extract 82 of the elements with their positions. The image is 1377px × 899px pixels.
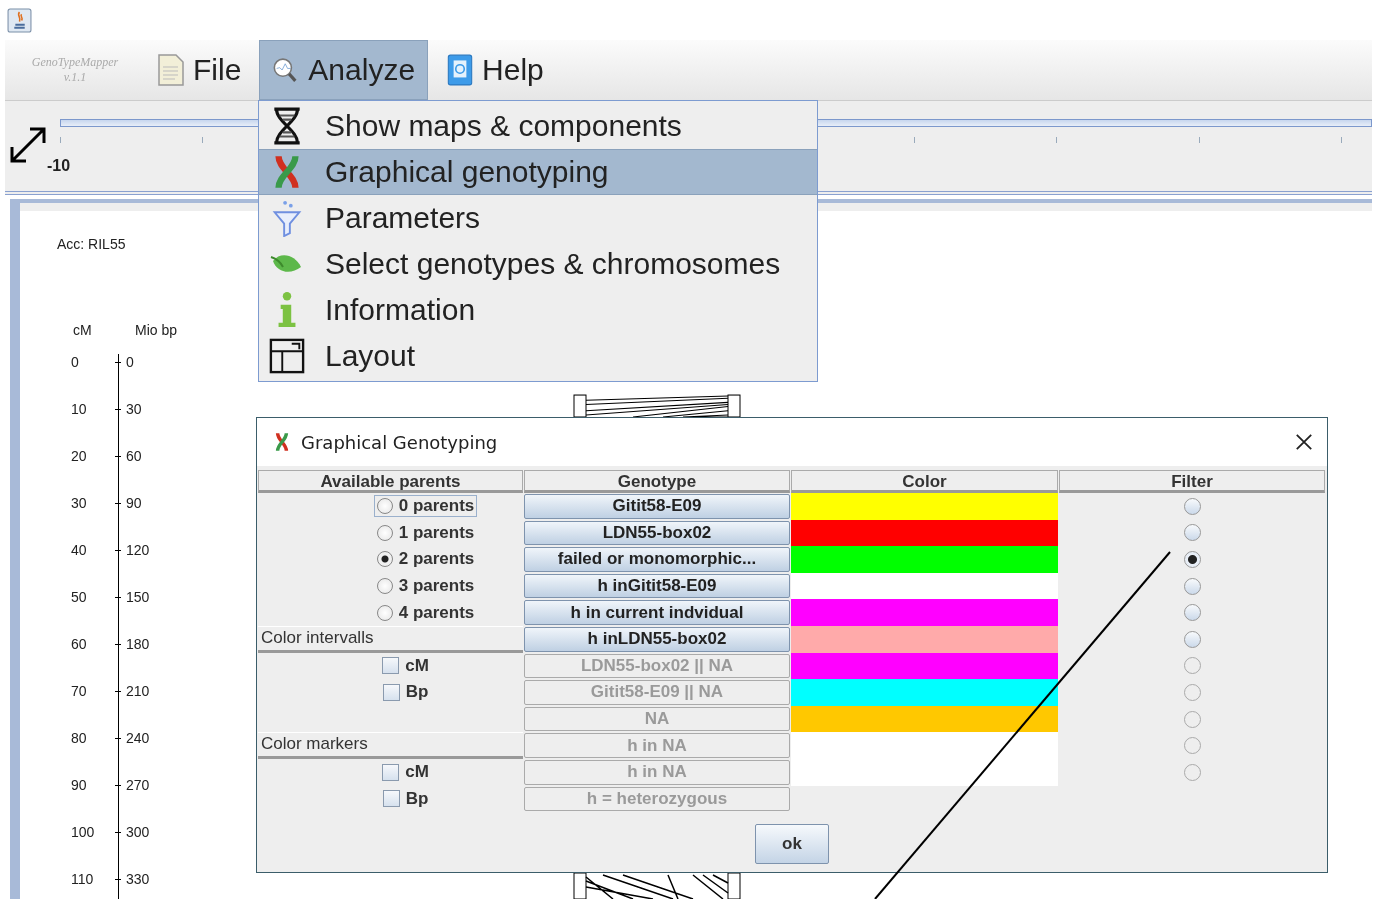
filter-radio[interactable] [1183, 604, 1201, 622]
scale-label: 110 [71, 871, 95, 889]
scale-header: cM [73, 322, 93, 338]
color-swatch[interactable] [791, 546, 1058, 573]
filter-radio[interactable] [1183, 497, 1201, 515]
scale-label: 40 [71, 542, 88, 560]
section-header: Color intervalls [258, 625, 523, 653]
column-header: Available parents [258, 470, 523, 493]
scale-label: 30 [118, 401, 142, 448]
help-book-icon [446, 53, 475, 87]
filter-radio[interactable] [1183, 630, 1201, 648]
scale-label: 330 [118, 871, 150, 899]
ruler-label: -10 [47, 157, 71, 175]
scale-label: 300 [118, 824, 150, 871]
scale-label: 240 [118, 730, 150, 777]
scale-label: 60 [118, 448, 142, 495]
genotype-button[interactable]: failed or monomorphic... [524, 547, 790, 572]
column-header: Color [791, 470, 1058, 493]
ok-button[interactable]: ok [755, 824, 829, 865]
genotype-button[interactable]: LDN55-box02 [524, 520, 790, 546]
radio-option[interactable]: 3 parents [373, 575, 478, 598]
menu-item[interactable]: Information [259, 287, 817, 333]
scale-label: 180 [118, 636, 150, 683]
filter-radio[interactable] [1183, 551, 1201, 568]
scale-label: 120 [118, 542, 150, 589]
genotype-button[interactable]: Gitit58-E09 [524, 494, 790, 519]
layout-icon [269, 337, 305, 375]
menu-item[interactable]: File [145, 40, 254, 100]
radio-option[interactable]: 0 parents [373, 495, 478, 518]
scale-label: 90 [118, 495, 142, 542]
scale-label: 100 [71, 824, 96, 842]
scale-label: 80 [71, 730, 88, 748]
radio-option[interactable]: 2 parents [373, 548, 478, 571]
scale-label: 90 [71, 777, 88, 795]
scale-label: 270 [118, 777, 150, 824]
java-icon [7, 7, 32, 33]
version-text: v.1.1 [63, 70, 87, 85]
filter-radio[interactable] [1183, 577, 1201, 595]
menu-item[interactable]: Select genotypes & chromosomes [259, 241, 817, 287]
checkbox-option[interactable]: Bp [379, 787, 432, 810]
scale-label: 0 [118, 354, 134, 401]
filter-radio[interactable] [1183, 524, 1201, 542]
resize-icon[interactable] [8, 125, 48, 165]
legend-text: h = heterozygous [524, 786, 790, 812]
scale-label: 10 [71, 401, 88, 419]
chromosome-icon [275, 431, 289, 453]
genotype-button[interactable]: h inLDN55-box02 [524, 626, 790, 652]
radio-option[interactable]: 1 parents [373, 521, 478, 544]
document-icon [157, 53, 185, 87]
column-header: Filter [1059, 470, 1325, 493]
color-swatch[interactable] [791, 625, 1058, 653]
menu-item[interactable]: Show maps & components [259, 103, 817, 149]
scale-label: 20 [71, 448, 88, 466]
color-swatch[interactable] [791, 599, 1058, 626]
close-icon[interactable] [1295, 433, 1313, 451]
menu-item[interactable]: Help [434, 40, 556, 100]
accession-label: Acc: RIL55 [57, 236, 127, 252]
checkbox-option[interactable]: Bp [379, 681, 432, 704]
genotype-button[interactable]: h inGitit58-E09 [524, 573, 790, 599]
scale-label: 70 [71, 683, 88, 701]
scale-label: 60 [71, 636, 88, 654]
menu-item[interactable]: Analyze [259, 40, 429, 100]
radio-option[interactable]: 4 parents [373, 601, 478, 624]
dialog-title: Graphical Genotyping [301, 431, 499, 453]
scale-label: 30 [71, 495, 88, 513]
scale-label: 150 [118, 589, 150, 636]
logo-text: GenoTypeMapper [31, 55, 119, 70]
scale-header: Mio bp [135, 322, 178, 338]
scale-label: 0 [71, 354, 80, 372]
scale-label: 210 [118, 683, 150, 730]
section-header: Color markers [258, 732, 523, 759]
checkbox-option[interactable]: cM [379, 761, 432, 784]
column-header: Genotype [524, 470, 790, 493]
checkbox-option[interactable]: cM [379, 654, 432, 677]
menu-item[interactable]: Graphical genotyping [259, 149, 817, 195]
color-swatch[interactable] [791, 519, 1058, 547]
genotype-button[interactable]: h in current indvidual [524, 600, 790, 625]
menu-item[interactable]: Layout [259, 333, 817, 379]
color-swatch[interactable] [791, 572, 1058, 600]
color-swatch[interactable] [791, 493, 1058, 520]
menu-item[interactable]: Parameters [259, 195, 817, 241]
scale-label: 50 [71, 589, 88, 607]
